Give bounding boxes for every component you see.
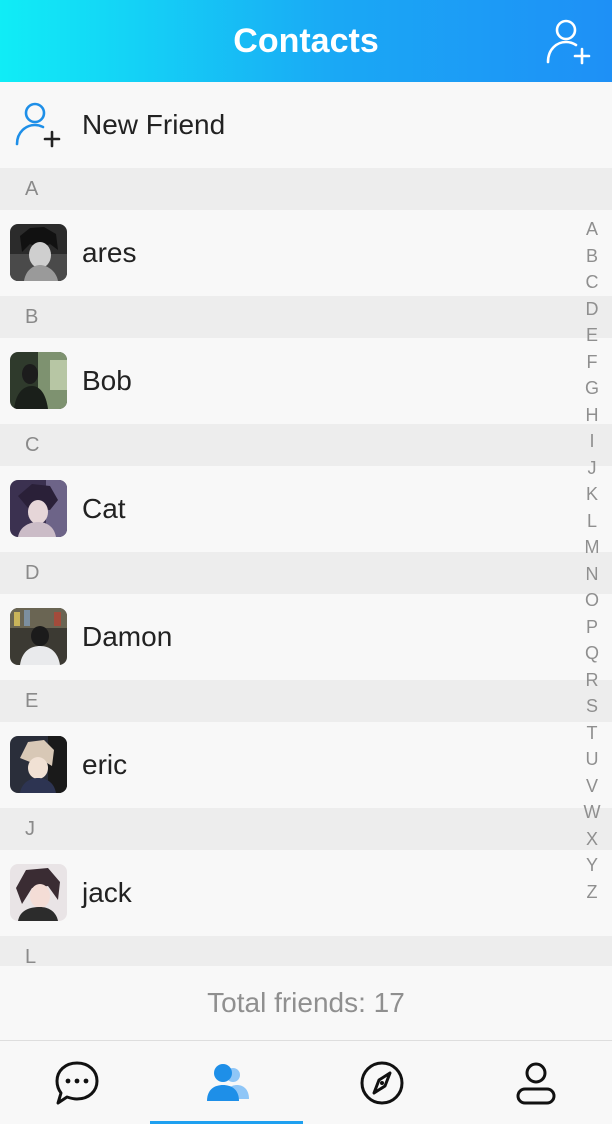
index-letter-y[interactable]: Y — [578, 852, 606, 879]
section-header-j: J — [0, 808, 612, 850]
add-user-icon — [15, 102, 61, 148]
index-letter-p[interactable]: P — [578, 614, 606, 641]
cat-avatar — [10, 480, 67, 537]
contact-row-jack[interactable]: jack — [0, 850, 612, 936]
index-letter-b[interactable]: B — [578, 243, 606, 270]
jack-avatar — [10, 864, 67, 921]
compass-icon — [360, 1061, 403, 1104]
index-letter-q[interactable]: Q — [578, 640, 606, 667]
tab-contacts[interactable] — [150, 1041, 303, 1124]
alphabet-index-bar[interactable]: A B C D E F G H I J K L M N O P Q R S T … — [578, 216, 606, 905]
contact-row-ares[interactable]: ares — [0, 210, 612, 296]
index-letter-a[interactable]: A — [578, 216, 606, 243]
bottom-tab-bar — [0, 1041, 612, 1124]
ares-avatar — [10, 224, 67, 281]
tab-discover[interactable] — [305, 1041, 458, 1124]
index-letter-o[interactable]: O — [578, 587, 606, 614]
index-letter-i[interactable]: I — [578, 428, 606, 455]
section-header-a: A — [0, 168, 612, 210]
index-letter-c[interactable]: C — [578, 269, 606, 296]
contact-row-damon[interactable]: Damon — [0, 594, 612, 680]
contact-row-cat[interactable]: Cat — [0, 466, 612, 552]
index-letter-m[interactable]: M — [578, 534, 606, 561]
chat-bubble-icon — [55, 1061, 98, 1104]
contact-list[interactable]: A ares B Bob C Cat D Damon E eric J jack… — [0, 168, 612, 966]
index-letter-k[interactable]: K — [578, 481, 606, 508]
index-letter-z[interactable]: Z — [578, 879, 606, 906]
eric-avatar — [10, 736, 67, 793]
contact-name: Bob — [82, 365, 132, 396]
bob-avatar — [10, 352, 67, 409]
contact-row-bob[interactable]: Bob — [0, 338, 612, 424]
index-letter-g[interactable]: G — [578, 375, 606, 402]
index-letter-x[interactable]: X — [578, 826, 606, 853]
section-header-e: E — [0, 680, 612, 722]
index-letter-d[interactable]: D — [578, 296, 606, 323]
contact-name: Cat — [82, 493, 126, 524]
contact-name: Damon — [82, 621, 173, 652]
damon-avatar — [10, 608, 67, 665]
page-title: Contacts — [233, 22, 379, 60]
new-friend-row[interactable]: New Friend — [0, 82, 612, 168]
contact-name: jack — [82, 877, 132, 908]
tab-me[interactable] — [459, 1041, 612, 1124]
section-header-b: B — [0, 296, 612, 338]
header-bar: Contacts — [0, 0, 612, 82]
contacts-icon — [206, 1063, 249, 1101]
index-letter-w[interactable]: W — [578, 799, 606, 826]
contact-name: eric — [82, 749, 128, 780]
index-letter-j[interactable]: J — [578, 455, 606, 482]
section-header-l: L — [0, 936, 612, 966]
add-contact-button[interactable] — [538, 12, 600, 70]
new-friend-label: New Friend — [82, 109, 226, 140]
index-letter-u[interactable]: U — [578, 746, 606, 773]
index-letter-e[interactable]: E — [578, 322, 606, 349]
tab-chats[interactable] — [0, 1041, 153, 1124]
person-icon — [516, 1062, 555, 1104]
index-letter-f[interactable]: F — [578, 349, 606, 376]
section-header-c: C — [0, 424, 612, 466]
contact-row-eric[interactable]: eric — [0, 722, 612, 808]
add-user-icon — [546, 19, 591, 65]
index-letter-l[interactable]: L — [578, 508, 606, 535]
section-header-d: D — [0, 552, 612, 594]
index-letter-h[interactable]: H — [578, 402, 606, 429]
index-letter-r[interactable]: R — [578, 667, 606, 694]
contact-name: ares — [82, 237, 137, 268]
index-letter-v[interactable]: V — [578, 773, 606, 800]
index-letter-n[interactable]: N — [578, 561, 606, 588]
total-friends-count: Total friends: 17 — [0, 966, 612, 1041]
index-letter-t[interactable]: T — [578, 720, 606, 747]
index-letter-s[interactable]: S — [578, 693, 606, 720]
